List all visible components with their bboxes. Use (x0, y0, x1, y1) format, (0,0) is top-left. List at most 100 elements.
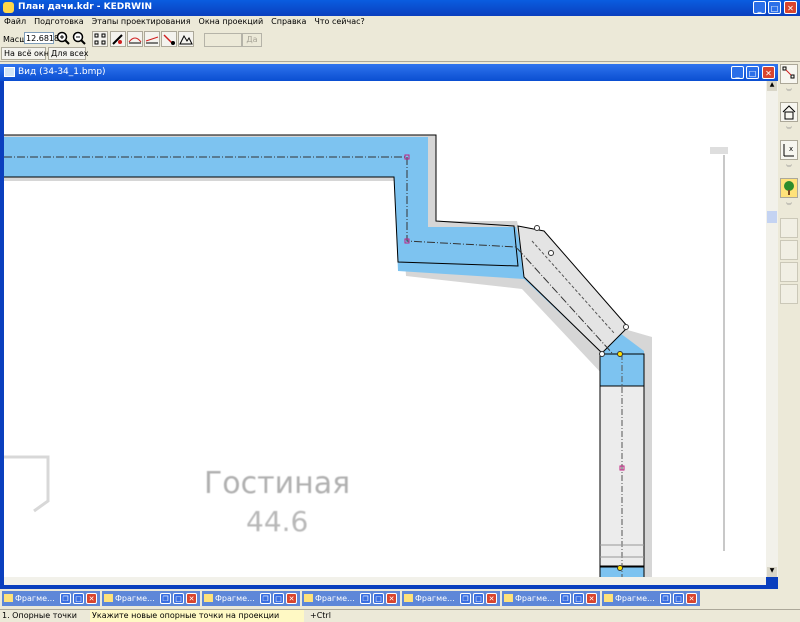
scroll-down-icon[interactable]: ▼ (767, 567, 777, 577)
fragment-title: Фрагме... (415, 594, 455, 603)
fragment-title: Фрагме... (315, 594, 355, 603)
svg-text:x: x (789, 145, 793, 153)
vertical-scrollbar[interactable]: ▲ ▼ (766, 81, 778, 577)
fragment-maximize-button[interactable]: □ (373, 593, 384, 604)
fragment-maximize-button[interactable]: □ (73, 593, 84, 604)
menu-whats-now[interactable]: Что сейчас? (310, 16, 368, 26)
wall-scan-shadow (4, 135, 652, 577)
view-window-icon (4, 67, 15, 77)
zoom-out-icon[interactable] (72, 31, 86, 45)
minimize-button[interactable]: _ (753, 1, 766, 14)
fragment-icon (4, 594, 13, 602)
control-point[interactable] (617, 565, 623, 571)
control-point[interactable] (599, 351, 605, 357)
disabled-input (204, 33, 242, 47)
scroll-thumb[interactable] (767, 211, 777, 223)
select-points-tool-icon[interactable] (92, 31, 108, 47)
menu-help[interactable]: Справка (267, 16, 310, 26)
menu-file[interactable]: Файл (0, 16, 30, 26)
control-point[interactable] (534, 225, 540, 231)
fragment-restore-button[interactable]: ❐ (60, 593, 71, 604)
view-window-title: Вид (34-34_1.bmp) (18, 67, 106, 77)
view-maximize-button[interactable]: □ (746, 66, 759, 79)
fragment-close-button[interactable]: ✕ (586, 593, 597, 604)
palette-separator: ︾ (785, 203, 792, 210)
fragment-window[interactable]: Фрагме... ❐ □ ✕ (2, 591, 100, 606)
angle-tool-icon[interactable] (144, 31, 160, 47)
pencil-tool-icon[interactable] (110, 31, 126, 47)
maximize-button[interactable]: □ (768, 1, 781, 14)
mountain-tool-icon[interactable] (178, 31, 194, 47)
tool-palette: ︾ ︾ x ︾ ︾ (778, 62, 800, 589)
palette-house-icon[interactable] (780, 102, 798, 122)
horizontal-scrollbar[interactable] (4, 577, 766, 585)
app-title-bar: План дачи.kdr - KEDRWIN _ □ ✕ (0, 0, 800, 16)
close-button[interactable]: ✕ (784, 1, 797, 14)
room-name-label: Гостиная (204, 466, 350, 501)
scroll-up-icon[interactable]: ▲ (767, 81, 777, 91)
menu-prepare[interactable]: Подготовка (30, 16, 88, 26)
app-icon (3, 2, 14, 13)
scale-input[interactable]: 12.6818 (24, 32, 59, 44)
fragment-window[interactable]: Фрагме... ❐ □ ✕ (602, 591, 700, 606)
zoom-in-icon[interactable] (56, 31, 70, 45)
fragment-icon (304, 594, 313, 602)
fragment-restore-button[interactable]: ❐ (360, 593, 371, 604)
fragment-title: Фрагме... (515, 594, 555, 603)
fragment-icon (504, 594, 513, 602)
fragment-maximize-button[interactable]: □ (573, 593, 584, 604)
yes-button: Да (242, 33, 262, 47)
fragment-window[interactable]: Фрагме... ❐ □ ✕ (402, 591, 500, 606)
palette-disabled-icon (780, 218, 798, 238)
control-point[interactable] (617, 351, 623, 357)
fragment-maximize-button[interactable]: □ (173, 593, 184, 604)
menu-bar: Файл Подготовка Этапы проектирования Окна п… (0, 16, 800, 30)
fragment-window[interactable]: Фрагме... ❐ □ ✕ (102, 591, 200, 606)
view-minimize-button[interactable]: _ (731, 66, 744, 79)
menu-projection-windows[interactable]: Окна проекций (195, 16, 268, 26)
menu-design-stages[interactable]: Этапы проектирования (88, 16, 195, 26)
control-point[interactable] (623, 324, 629, 330)
palette-tree-icon[interactable] (780, 178, 798, 198)
fragment-restore-button[interactable]: ❐ (160, 593, 171, 604)
fragment-maximize-button[interactable]: □ (473, 593, 484, 604)
fragment-title: Фрагме... (215, 594, 255, 603)
fragment-close-button[interactable]: ✕ (686, 593, 697, 604)
fragment-close-button[interactable]: ✕ (486, 593, 497, 604)
fragment-taskbar: Фрагме... ❐ □ ✕ Фрагме... ❐ □ ✕ Фрагме... ❐ □ ✕ Ф… (0, 589, 800, 609)
control-point[interactable] (548, 250, 554, 256)
room-area-label: 44.6 (246, 505, 308, 538)
line-tool-icon[interactable] (127, 31, 143, 47)
for-all-button[interactable]: Для всех (48, 47, 89, 60)
palette-separator: ︾ (785, 127, 792, 134)
fit-window-button[interactable]: На всё окно (1, 47, 54, 60)
palette-points-icon[interactable] (780, 64, 798, 84)
drawing-canvas[interactable]: Гостиная 44.6 (4, 81, 766, 577)
arrow-tool-icon[interactable] (161, 31, 177, 47)
fragment-title: Фрагме... (615, 594, 655, 603)
fragment-close-button[interactable]: ✕ (386, 593, 397, 604)
fragment-close-button[interactable]: ✕ (86, 593, 97, 604)
fragment-title: Фрагме... (115, 594, 155, 603)
fragment-close-button[interactable]: ✕ (186, 593, 197, 604)
view-close-button[interactable]: ✕ (762, 66, 775, 79)
fragment-window[interactable]: Фрагме... ❐ □ ✕ (502, 591, 600, 606)
palette-axes-icon[interactable]: x (780, 140, 798, 160)
scan-artifact (710, 147, 728, 154)
fragment-window[interactable]: Фрагме... ❐ □ ✕ (202, 591, 300, 606)
fragment-window[interactable]: Фрагме... ❐ □ ✕ (302, 591, 400, 606)
view-window-title-bar: Вид (34-34_1.bmp) _ □ ✕ (0, 64, 778, 81)
fragment-maximize-button[interactable]: □ (673, 593, 684, 604)
app-title: План дачи.kdr - KEDRWIN (18, 2, 152, 12)
fragment-maximize-button[interactable]: □ (273, 593, 284, 604)
fragment-restore-button[interactable]: ❐ (260, 593, 271, 604)
fragment-close-button[interactable]: ✕ (286, 593, 297, 604)
fragment-restore-button[interactable]: ❐ (660, 593, 671, 604)
fragment-restore-button[interactable]: ❐ (460, 593, 471, 604)
fragment-restore-button[interactable]: ❐ (560, 593, 571, 604)
status-key: +Ctrl (310, 611, 331, 620)
fragment-icon (404, 594, 413, 602)
palette-disabled-icon (780, 262, 798, 282)
palette-separator: ︾ (785, 165, 792, 172)
palette-disabled-icon (780, 240, 798, 260)
